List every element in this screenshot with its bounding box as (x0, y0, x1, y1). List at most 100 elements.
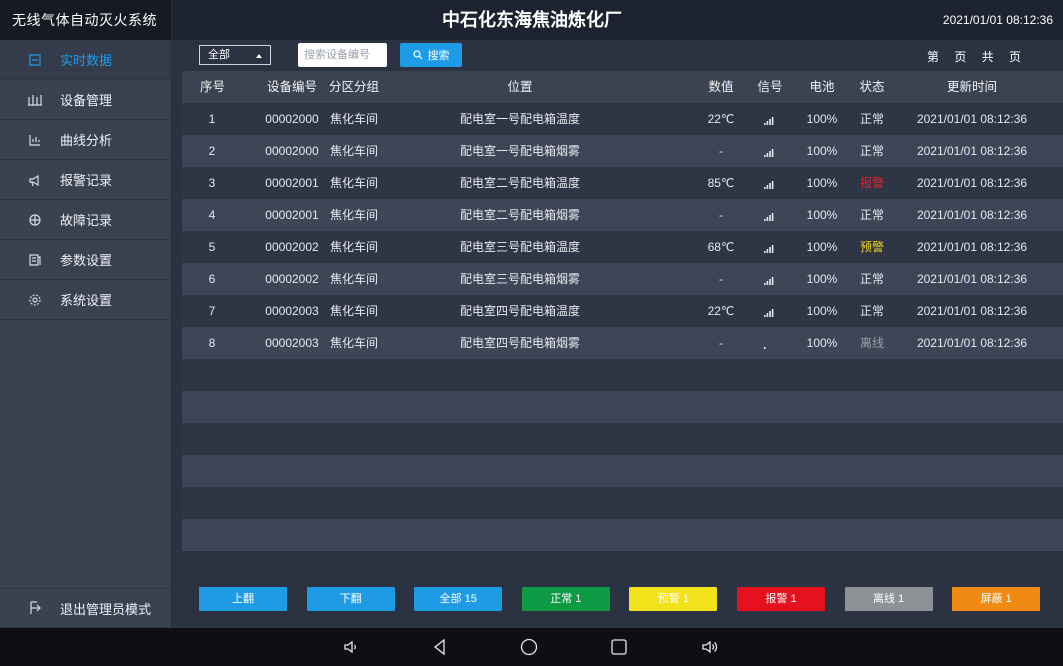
page-up-button[interactable]: 上翻 (199, 587, 287, 611)
back-icon[interactable] (430, 637, 450, 657)
table-row[interactable]: 1 00002000 焦化车间 配电室一号配电箱温度 22℃ 100% 正常 2021/01/… (182, 103, 1063, 135)
row-position: 配电室一号配电箱温度 (459, 112, 580, 126)
row-update-time: 2021/01/01 08:12:36 (916, 176, 1028, 190)
sidebar-item-alarm-record[interactable]: 报警记录 (0, 160, 171, 200)
table-row-empty (182, 391, 1063, 423)
table-row[interactable]: 2 00002000 焦化车间 配电室一号配电箱烟雾 - 100% 正常 2021/01/01… (182, 135, 1063, 167)
filter-offline-button[interactable]: 离线 1 (844, 587, 933, 611)
filter-warning-button[interactable]: 预警 1 (629, 587, 718, 611)
row-zone: 焦化车间 (329, 176, 378, 190)
table-row[interactable]: 6 00002002 焦化车间 配电室三号配电箱烟雾 - 100% 正常 2021/01/01… (182, 263, 1063, 295)
caret-up-icon (256, 54, 262, 58)
curve-analysis-icon (26, 131, 44, 149)
volume-down-icon[interactable] (341, 637, 361, 657)
row-zone: 焦化车间 (329, 112, 378, 126)
row-position: 配电室三号配电箱烟雾 (459, 272, 580, 286)
header-battery: 电池 (809, 80, 835, 94)
header: 中石化东海焦油炼化厂 2021/01/01 08:12:36 (172, 0, 1063, 40)
sidebar-item-label: 故障记录 (60, 213, 113, 228)
row-value: - (719, 336, 723, 350)
sidebar-item-system-settings[interactable]: 系统设置 (0, 280, 171, 320)
system-settings-icon (26, 291, 44, 309)
signal-strength-icon (755, 295, 785, 327)
row-update-time: 2021/01/01 08:12:36 (916, 336, 1028, 350)
row-value: 22℃ (707, 112, 735, 126)
exit-admin-mode-button[interactable]: 退出管理员模式 (0, 588, 172, 628)
system-navbar (0, 628, 1063, 666)
row-status: 正常 (859, 144, 884, 158)
parameter-settings-icon (26, 251, 44, 269)
filter-shielded-button[interactable]: 屏蔽 1 (952, 587, 1041, 611)
row-position: 配电室二号配电箱温度 (459, 176, 580, 190)
header-index: 序号 (200, 80, 226, 94)
table-row-empty (182, 423, 1063, 455)
row-device-code: 00002003 (265, 336, 319, 350)
row-device-code: 00002002 (265, 240, 319, 254)
row-update-time: 2021/01/01 08:12:36 (916, 112, 1028, 126)
alarm-record-icon (26, 171, 44, 189)
table-header: 序号 设备编号 分区分组 位置 数值 信号 电池 状态 更新时间 (182, 71, 1063, 103)
header-status: 状态 (859, 80, 885, 94)
table-row[interactable]: 7 00002003 焦化车间 配电室四号配电箱温度 22℃ 100% 正常 2021/01/… (182, 295, 1063, 327)
header-device-code: 设备编号 (266, 80, 317, 94)
row-status: 报警 (859, 176, 884, 190)
row-battery: 100% (806, 176, 838, 190)
search-button[interactable]: 搜索 (400, 43, 462, 67)
page-down-button[interactable]: 下翻 (306, 587, 395, 611)
sidebar-item-curve-analysis[interactable]: 曲线分析 (0, 120, 171, 160)
search-input[interactable] (298, 43, 387, 67)
table-row[interactable]: 8 00002003 焦化车间 配电室四号配电箱烟雾 - 100% 离线 2021/01/01… (182, 327, 1063, 359)
row-battery: 100% (806, 272, 838, 286)
header-position: 位置 (507, 80, 533, 94)
table-row-empty (182, 455, 1063, 487)
search-icon (412, 50, 423, 60)
row-index: 5 (208, 240, 216, 254)
signal-strength-icon (755, 167, 785, 199)
row-index: 4 (208, 208, 216, 222)
row-position: 配电室四号配电箱温度 (459, 304, 580, 318)
row-update-time: 2021/01/01 08:12:36 (916, 304, 1028, 318)
filter-normal-button[interactable]: 正常 1 (521, 587, 610, 611)
filter-alarm-button[interactable]: 报警 1 (737, 587, 825, 611)
row-battery: 100% (806, 208, 838, 222)
table-body: 1 00002000 焦化车间 配电室一号配电箱温度 22℃ 100% 正常 2021/01/… (182, 103, 1063, 551)
row-battery: 100% (806, 304, 838, 318)
row-status: 离线 (859, 336, 884, 350)
header-datetime: 2021/01/01 08:12:36 (942, 13, 1053, 27)
sidebar-item-label: 参数设置 (60, 253, 113, 268)
sidebar-item-parameter-settings[interactable]: 参数设置 (0, 240, 171, 280)
header-value: 数值 (708, 80, 734, 94)
row-value: - (719, 144, 723, 158)
fault-record-icon (26, 211, 44, 229)
device-management-icon (26, 91, 44, 109)
signal-strength-icon (755, 327, 785, 359)
sidebar-item-device-management[interactable]: 设备管理 (0, 80, 171, 120)
volume-up-icon[interactable] (700, 637, 720, 657)
filter-select[interactable]: 全部 (199, 45, 271, 65)
table-row[interactable]: 4 00002001 焦化车间 配电室二号配电箱烟雾 - 100% 正常 2021/01/01… (182, 199, 1063, 231)
toolbar: 全部 搜索 第 页 共 页 (172, 40, 1063, 72)
row-position: 配电室二号配电箱烟雾 (459, 208, 580, 222)
filter-all-button[interactable]: 全部 15 (414, 587, 503, 611)
recent-apps-icon[interactable] (609, 637, 629, 657)
home-icon[interactable] (519, 637, 539, 657)
sidebar-item-label: 曲线分析 (60, 133, 113, 148)
row-index: 8 (208, 336, 216, 350)
exit-icon (26, 599, 44, 617)
realtime-data-icon (26, 51, 44, 69)
table-row-empty (182, 359, 1063, 391)
row-index: 2 (208, 144, 216, 158)
table-row[interactable]: 3 00002001 焦化车间 配电室二号配电箱温度 85℃ 100% 报警 2021/01/… (182, 167, 1063, 199)
filter-bar: 上翻 下翻 全部 15 正常 1 预警 1 报警 1 离线 1 屏蔽 1 (182, 581, 1063, 619)
sidebar-item-realtime-data[interactable]: 实时数据 (0, 40, 171, 80)
sidebar-item-label: 实时数据 (60, 53, 113, 68)
row-status: 正常 (859, 112, 884, 126)
row-zone: 焦化车间 (329, 304, 378, 318)
row-zone: 焦化车间 (329, 336, 378, 350)
row-value: 85℃ (707, 176, 735, 190)
row-device-code: 00002003 (265, 304, 319, 318)
row-update-time: 2021/01/01 08:12:36 (916, 272, 1028, 286)
sidebar-item-fault-record[interactable]: 故障记录 (0, 200, 171, 240)
row-status: 正常 (859, 304, 884, 318)
table-row[interactable]: 5 00002002 焦化车间 配电室三号配电箱温度 68℃ 100% 预警 2021/01/… (182, 231, 1063, 263)
